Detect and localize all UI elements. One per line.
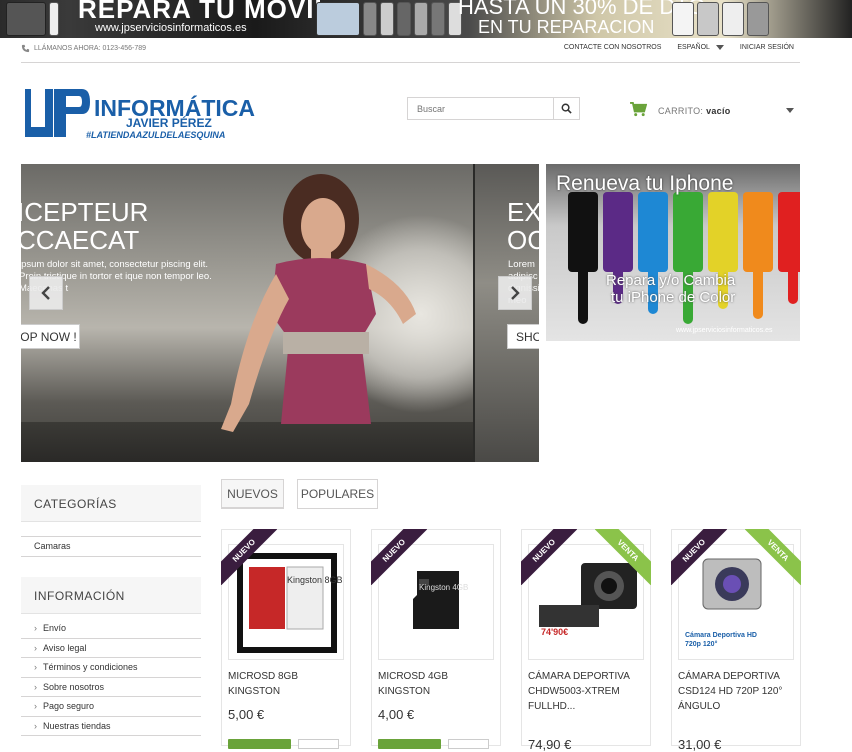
call-text: LLÁMANOS AHORA: 0123-456-789 (34, 45, 147, 52)
banner-offer-sub: EN TU REPARACION (478, 17, 655, 37)
sale-ribbon: VENTA (595, 529, 651, 585)
add-to-cart-button[interactable] (378, 739, 441, 749)
shop-button-2[interactable]: SHO (507, 324, 539, 349)
tab-populares[interactable]: POPULARES (297, 479, 378, 509)
categories-list: Camaras (21, 536, 201, 557)
info-title[interactable]: INFORMACIÓN (21, 577, 201, 614)
categories-title[interactable]: CATEGORÍAS (21, 485, 201, 522)
info-link-payment[interactable]: › Pago seguro (21, 697, 201, 717)
cart-label: CARRITO: (658, 106, 704, 116)
product-price: 5,00 € (228, 707, 265, 722)
promo-text: Repara y/o Cambia tu iPhone de Color (606, 272, 736, 306)
sale-ribbon: VENTA (745, 529, 801, 585)
product-price: 31,00 € (678, 737, 722, 752)
cart-summary[interactable]: CARRITO: vacío (630, 101, 798, 121)
info-link-about[interactable]: › Sobre nosotros (21, 678, 201, 697)
add-to-cart-button[interactable] (228, 739, 291, 749)
chevron-right-icon: › (34, 623, 37, 634)
more-button[interactable] (448, 739, 489, 749)
home-slider: ICEPTEUR CCAECAT ipsum dolor sit amet, c… (21, 164, 539, 462)
new-ribbon: NUEVO (521, 529, 577, 585)
product-image-text: Kingston 8GB (287, 575, 343, 585)
promo-iphone-banner[interactable]: Renueva tu Iphone Repara y/o Cambia tu i… (546, 164, 800, 341)
product-card[interactable]: 74'90€ NUEVO VENTA CÁMARA DEPORTIVA CHDW… (521, 529, 651, 752)
chevron-right-icon: › (34, 662, 37, 673)
language-label: ESPAÑOL (677, 44, 710, 51)
new-ribbon: NUEVO (221, 529, 277, 585)
chevron-right-icon: › (34, 642, 37, 653)
product-name[interactable]: MICROSD 8GB KINGSTON (228, 669, 346, 699)
jp-logo-icon (25, 89, 90, 137)
chevron-right-icon (511, 286, 520, 300)
search-box (407, 97, 580, 120)
banner-phones-right (316, 2, 462, 36)
chevron-right-icon: › (34, 681, 37, 692)
logo-owner: JAVIER PÉREZ (126, 116, 212, 130)
product-price: 74,90 € (528, 737, 572, 752)
product-name[interactable]: MICROSD 4GB KINGSTON (378, 669, 496, 699)
banner-url: www.jpserviciosinformaticos.es (95, 22, 247, 34)
contact-link[interactable]: CONTACTE CON NOSOTROS (564, 44, 661, 51)
top-nav: LLÁMANOS AHORA: 0123-456-789 CONTACTE CO… (21, 38, 800, 63)
tab-nuevos[interactable]: NUEVOS (221, 479, 284, 509)
category-item[interactable]: Camaras (21, 537, 201, 557)
chevron-down-icon[interactable] (786, 108, 794, 113)
slide2-title: EX OC (507, 197, 539, 255)
product-name[interactable]: CÁMARA DEPORTIVA CSD124 HD 720P 120° ÁNG… (678, 669, 796, 714)
phone-icon (21, 44, 30, 53)
banner-phones-far (672, 2, 769, 36)
logo-hashtag: #LATIENDAAZULDELAESQUINA (86, 130, 226, 140)
chevron-down-icon (715, 45, 724, 50)
chevron-left-icon (41, 286, 50, 300)
new-ribbon: NUEVO (671, 529, 727, 585)
info-list: › Envío › Aviso legal › Términos y condicio… (21, 619, 201, 736)
search-button[interactable] (553, 98, 579, 119)
top-promo-banner[interactable]: REPARA TU MOVIL www.jpserviciosinformati… (0, 0, 852, 38)
shop-now-button[interactable]: OP NOW ! (21, 324, 80, 349)
slider-next-button[interactable] (498, 276, 532, 310)
site-logo[interactable]: INFORMÁTICA JAVIER PÉREZ #LATIENDAAZULDE… (24, 86, 266, 144)
search-icon (561, 103, 572, 114)
product-price: 4,00 € (378, 707, 415, 722)
promo-headline: Renueva tu Iphone (556, 172, 734, 195)
slide-title: ICEPTEUR CCAECAT (21, 197, 149, 255)
promo-url: www.jpserviciosinformaticos.es (676, 327, 773, 334)
more-button[interactable] (298, 739, 339, 749)
product-card[interactable]: Kingston 4GB NUEVO MICROSD 4GB KINGSTON … (371, 529, 501, 749)
product-image-text: 74'90€ (541, 627, 569, 637)
chevron-right-icon: › (34, 701, 37, 712)
product-name[interactable]: CÁMARA DEPORTIVA CHDW5003-XTREM FULLHD..… (528, 669, 646, 714)
product-card[interactable]: Kingston 8GB NUEVO MICROSD 8GB KINGSTON … (221, 529, 351, 749)
cart-icon (630, 102, 647, 117)
language-selector[interactable]: ESPAÑOL (677, 44, 724, 51)
slider-model-image (221, 174, 416, 432)
call-us: LLÁMANOS AHORA: 0123-456-789 (21, 44, 146, 53)
search-input[interactable] (408, 98, 554, 119)
slider-prev-button[interactable] (29, 276, 63, 310)
cart-value: vacío (706, 106, 731, 116)
info-link-stores[interactable]: › Nuestras tiendas (21, 717, 201, 736)
new-ribbon: NUEVO (371, 529, 427, 585)
chevron-right-icon: › (34, 720, 37, 731)
product-image-text: Cámara Deportiva HD 720p 120° (685, 632, 757, 648)
banner-phones-left (6, 2, 59, 36)
info-link-legal[interactable]: › Aviso legal (21, 639, 201, 658)
product-card[interactable]: Cámara Deportiva HD 720p 120° NUEVO VENT… (671, 529, 801, 752)
info-link-terms[interactable]: › Términos y condiciones (21, 658, 201, 678)
info-link-shipping[interactable]: › Envío (21, 619, 201, 639)
login-link[interactable]: INICIAR SESIÓN (740, 44, 794, 51)
